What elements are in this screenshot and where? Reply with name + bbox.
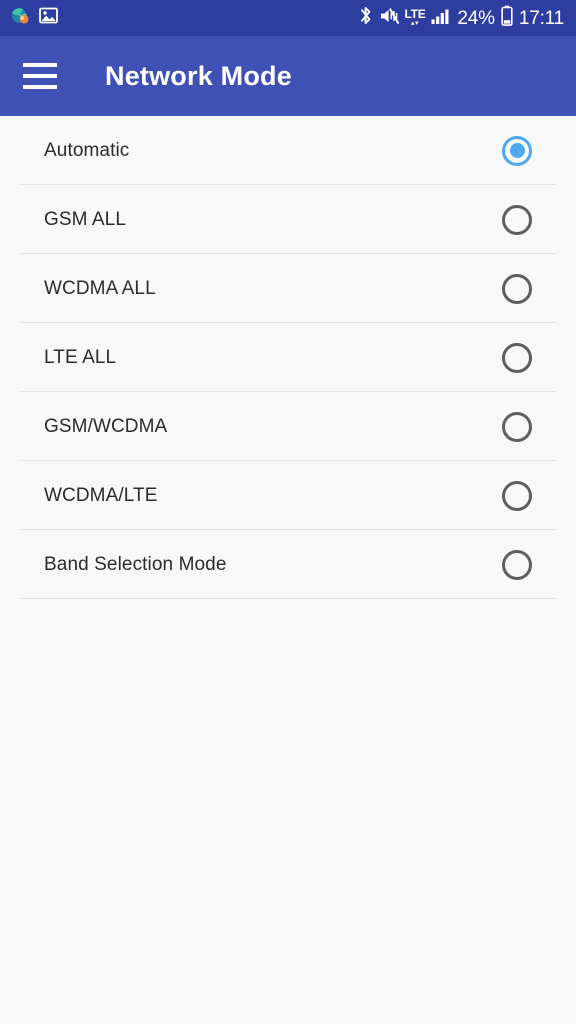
option-label: Automatic (44, 140, 130, 161)
hamburger-bar-3 (23, 85, 57, 89)
page-title: Network Mode (105, 60, 292, 91)
option-label: GSM ALL (44, 209, 127, 230)
status-bar: LTE ▴▾ 24% 17:11 (0, 0, 576, 36)
phone-screen: LTE ▴▾ 24% 17:11 Network Mode Automatic … (0, 0, 576, 1024)
option-row-wcdma-lte[interactable]: WCDMA/LTE (0, 461, 576, 530)
app-bar: Network Mode (0, 36, 576, 116)
option-label: Band Selection Mode (44, 554, 227, 575)
battery-percent-label: 24% (457, 7, 495, 29)
radio-button-wcdma-all[interactable] (502, 273, 532, 304)
network-mode-option-list: Automatic GSM ALL WCDMA ALL LTE ALL GSM/… (0, 116, 576, 599)
bluetooth-icon (359, 5, 373, 31)
option-row-band-selection-mode[interactable]: Band Selection Mode (0, 530, 576, 599)
status-bar-notifications (10, 6, 58, 31)
option-row-automatic[interactable]: Automatic (0, 116, 576, 185)
status-bar-indicators: LTE ▴▾ 24% 17:11 (359, 5, 564, 31)
lte-label: LTE (404, 7, 426, 21)
option-label: WCDMA/LTE (44, 485, 158, 506)
content-area: Automatic GSM ALL WCDMA ALL LTE ALL GSM/… (0, 116, 576, 1024)
option-row-wcdma-all[interactable]: WCDMA ALL (0, 254, 576, 323)
lte-network-indicator: LTE ▴▾ (404, 7, 426, 27)
option-row-gsm-all[interactable]: GSM ALL (0, 185, 576, 254)
radio-button-wcdma-lte[interactable] (502, 480, 532, 511)
hamburger-menu-icon[interactable] (23, 63, 57, 89)
signal-bars-icon (431, 7, 451, 30)
globe-browser-icon (10, 6, 30, 31)
radio-button-lte-all[interactable] (502, 342, 532, 373)
option-label: GSM/WCDMA (44, 416, 168, 437)
mute-vibrate-icon (379, 6, 399, 31)
radio-button-gsm-all[interactable] (502, 204, 532, 235)
image-photo-icon (39, 6, 58, 30)
option-row-gsm-wcdma[interactable]: GSM/WCDMA (0, 392, 576, 461)
radio-button-automatic[interactable] (502, 135, 532, 166)
hamburger-bar-1 (23, 63, 57, 67)
radio-button-band-selection-mode[interactable] (502, 549, 532, 580)
radio-button-gsm-wcdma[interactable] (502, 411, 532, 442)
option-label: LTE ALL (44, 347, 117, 368)
lte-data-arrows: ▴▾ (410, 20, 419, 27)
option-row-lte-all[interactable]: LTE ALL (0, 323, 576, 392)
hamburger-bar-2 (23, 74, 57, 78)
option-label: WCDMA ALL (44, 278, 156, 299)
battery-icon (501, 5, 513, 31)
clock-label: 17:11 (518, 7, 564, 29)
